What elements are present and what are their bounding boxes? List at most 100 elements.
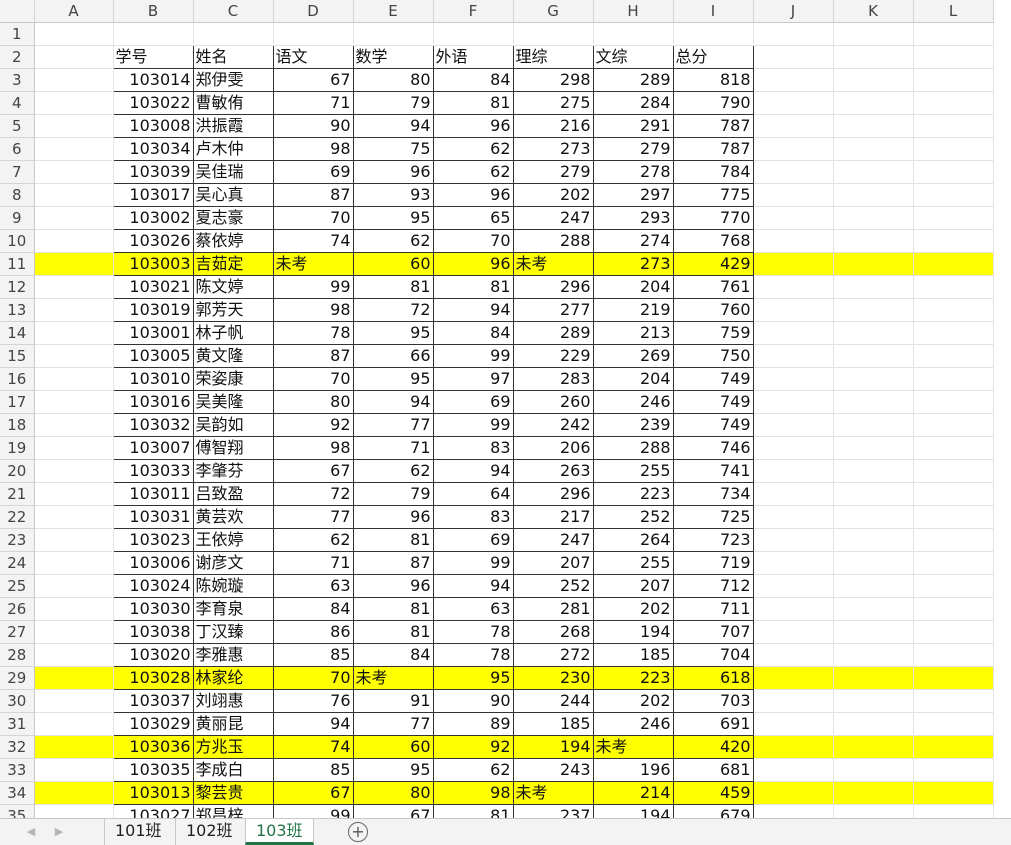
cell[interactable] <box>753 804 834 818</box>
row-header[interactable]: 23 <box>0 528 35 552</box>
cell[interactable]: 725 <box>672 505 754 529</box>
cell[interactable] <box>34 160 114 184</box>
cell[interactable]: 72 <box>272 482 354 506</box>
header-cell[interactable]: 外语 <box>432 45 514 69</box>
row-header[interactable]: 25 <box>0 574 35 598</box>
cell[interactable]: 81 <box>352 620 434 644</box>
cell[interactable]: 95 <box>352 367 434 391</box>
cell[interactable] <box>34 68 114 92</box>
cell[interactable]: 80 <box>352 68 434 92</box>
cell[interactable] <box>34 505 114 529</box>
cell[interactable]: 103021 <box>112 275 194 299</box>
row-header[interactable]: 22 <box>0 505 35 529</box>
cell[interactable]: 陈婉璇 <box>192 574 274 598</box>
cell[interactable]: 62 <box>432 160 514 184</box>
cell[interactable]: 谢彦文 <box>192 551 274 575</box>
cell[interactable]: 95 <box>432 666 514 690</box>
cell[interactable]: 223 <box>592 482 674 506</box>
cell[interactable] <box>34 183 114 207</box>
cell[interactable] <box>913 459 994 483</box>
cell[interactable]: 87 <box>352 551 434 575</box>
cell[interactable]: 103008 <box>112 114 194 138</box>
cell[interactable]: 94 <box>432 298 514 322</box>
cell[interactable]: 749 <box>672 390 754 414</box>
cell[interactable]: 770 <box>672 206 754 230</box>
cell[interactable]: 230 <box>512 666 594 690</box>
cell[interactable]: 96 <box>432 183 514 207</box>
cell[interactable]: 77 <box>352 413 434 437</box>
cell[interactable]: 71 <box>272 91 354 115</box>
row-header[interactable]: 6 <box>0 137 35 161</box>
cell[interactable] <box>753 298 834 322</box>
cell[interactable] <box>913 298 994 322</box>
cell[interactable] <box>753 183 834 207</box>
cell[interactable] <box>34 781 114 805</box>
cell[interactable] <box>833 252 914 276</box>
cell[interactable]: 81 <box>352 275 434 299</box>
row-header[interactable]: 9 <box>0 206 35 230</box>
cell[interactable] <box>913 252 994 276</box>
sheet-tab-102[interactable]: 102班 <box>175 819 243 845</box>
cell[interactable]: 103029 <box>112 712 194 736</box>
row-header[interactable]: 15 <box>0 344 35 368</box>
cell[interactable]: 103014 <box>112 68 194 92</box>
cell[interactable] <box>913 597 994 621</box>
cell[interactable] <box>753 574 834 598</box>
cell[interactable] <box>193 22 274 46</box>
cell[interactable]: 65 <box>432 206 514 230</box>
cell[interactable]: 蔡依婷 <box>192 229 274 253</box>
cell[interactable]: 未考 <box>512 252 594 276</box>
cell[interactable] <box>353 22 434 46</box>
cell[interactable] <box>34 137 114 161</box>
cell[interactable]: 吴韵如 <box>192 413 274 437</box>
cell[interactable] <box>913 712 994 736</box>
cell[interactable]: 62 <box>352 229 434 253</box>
cell[interactable]: 103020 <box>112 643 194 667</box>
cell[interactable]: 217 <box>512 505 594 529</box>
cell[interactable]: 749 <box>672 367 754 391</box>
row-header[interactable]: 3 <box>0 68 35 92</box>
cell[interactable] <box>753 505 834 529</box>
cell[interactable]: 296 <box>512 275 594 299</box>
cell[interactable]: 760 <box>672 298 754 322</box>
cell[interactable] <box>753 390 834 414</box>
cell[interactable]: 陈文婷 <box>192 275 274 299</box>
cell[interactable]: 243 <box>512 758 594 782</box>
cell[interactable]: 黄丽昆 <box>192 712 274 736</box>
cell[interactable] <box>34 367 114 391</box>
cell[interactable]: 213 <box>592 321 674 345</box>
header-cell[interactable]: 理综 <box>512 45 594 69</box>
cell[interactable] <box>833 344 914 368</box>
cell[interactable]: 103027 <box>112 804 194 818</box>
cell[interactable]: 194 <box>592 804 674 818</box>
prev-sheet-icon[interactable]: ◀ <box>24 823 38 841</box>
cell[interactable] <box>34 551 114 575</box>
row-header[interactable]: 20 <box>0 459 35 483</box>
cell[interactable]: 204 <box>592 275 674 299</box>
cell[interactable] <box>833 735 914 759</box>
cell[interactable] <box>34 252 114 276</box>
cell[interactable]: 103038 <box>112 620 194 644</box>
cell[interactable] <box>753 758 834 782</box>
cell[interactable]: 李成白 <box>192 758 274 782</box>
cell[interactable]: 196 <box>592 758 674 782</box>
row-header[interactable]: 7 <box>0 160 35 184</box>
cell[interactable]: 255 <box>592 551 674 575</box>
cell[interactable] <box>833 413 914 437</box>
cell[interactable]: 62 <box>352 459 434 483</box>
cell[interactable]: 67 <box>272 68 354 92</box>
cell[interactable] <box>34 321 114 345</box>
cell[interactable] <box>593 22 674 46</box>
cell[interactable]: 74 <box>272 735 354 759</box>
cell[interactable] <box>34 45 114 69</box>
cell[interactable]: 204 <box>592 367 674 391</box>
cell[interactable]: 60 <box>352 735 434 759</box>
cell[interactable] <box>913 781 994 805</box>
cell[interactable]: 70 <box>432 229 514 253</box>
cell[interactable] <box>753 781 834 805</box>
cell[interactable]: 85 <box>272 758 354 782</box>
cell[interactable] <box>753 275 834 299</box>
cell[interactable]: 81 <box>352 597 434 621</box>
cell[interactable]: 79 <box>352 91 434 115</box>
cell[interactable]: 99 <box>432 344 514 368</box>
